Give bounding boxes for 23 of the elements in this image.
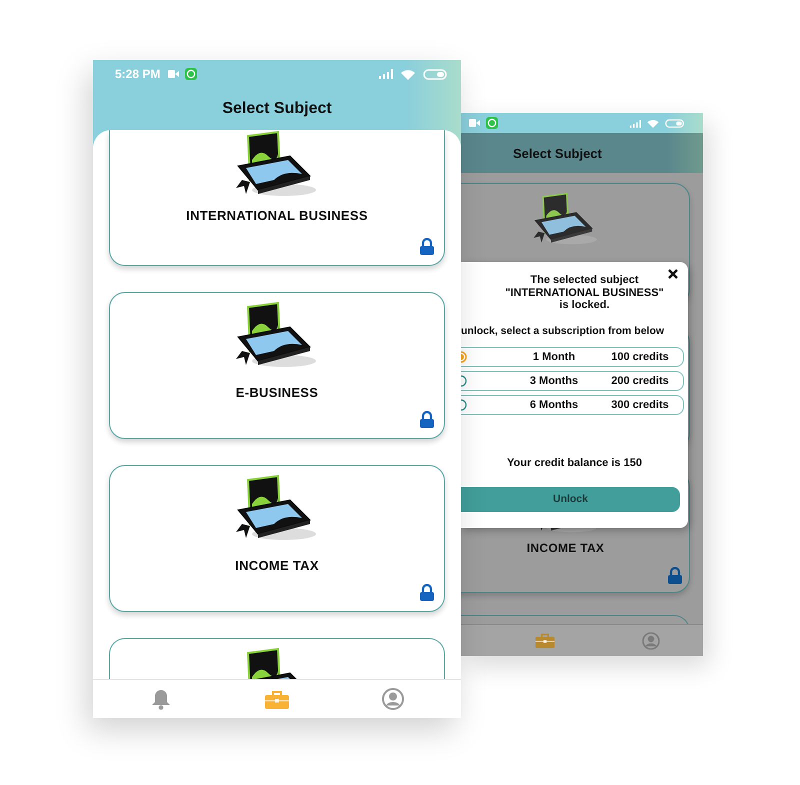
- option-credits: 200 credits: [610, 374, 670, 386]
- subject-name: E-BUSINESS: [236, 385, 318, 400]
- unlock-button[interactable]: Unlock: [461, 486, 680, 512]
- status-time: 5:28 PM: [115, 67, 160, 81]
- option-credits: 300 credits: [610, 398, 670, 410]
- screen-title: Select Subject: [513, 146, 602, 160]
- subscription-option[interactable]: 3 Months 200 credits: [461, 370, 684, 390]
- instruction-text: unlock, select a subscription from below: [461, 324, 664, 336]
- locked-message: The selected subject "INTERNATIONAL BUSINESS" is locked.: [504, 274, 664, 312]
- credit-balance: Your credit balance is 150: [507, 456, 642, 468]
- subject-card[interactable]: INTERNATIONAL BUSINESS: [109, 130, 445, 266]
- option-duration: 3 Months: [528, 374, 580, 386]
- subject-card[interactable]: INCOME TAX: [109, 465, 445, 612]
- subscription-option[interactable]: 1 Month 100 credits: [461, 346, 684, 366]
- screen-title: Select Subject: [221, 100, 333, 118]
- subject-name: INTERNATIONAL BUSINESS: [186, 208, 368, 223]
- subject-name: INCOME TAX: [235, 558, 319, 573]
- option-duration: 6 Months: [528, 398, 580, 410]
- subject-name: INCOME TAX: [526, 541, 604, 555]
- subscription-option[interactable]: 6 Months 300 credits: [461, 394, 684, 414]
- option-duration: 1 Month: [532, 350, 576, 362]
- option-credits: 100 credits: [610, 350, 670, 362]
- subject-card[interactable]: E-BUSINESS: [109, 292, 445, 439]
